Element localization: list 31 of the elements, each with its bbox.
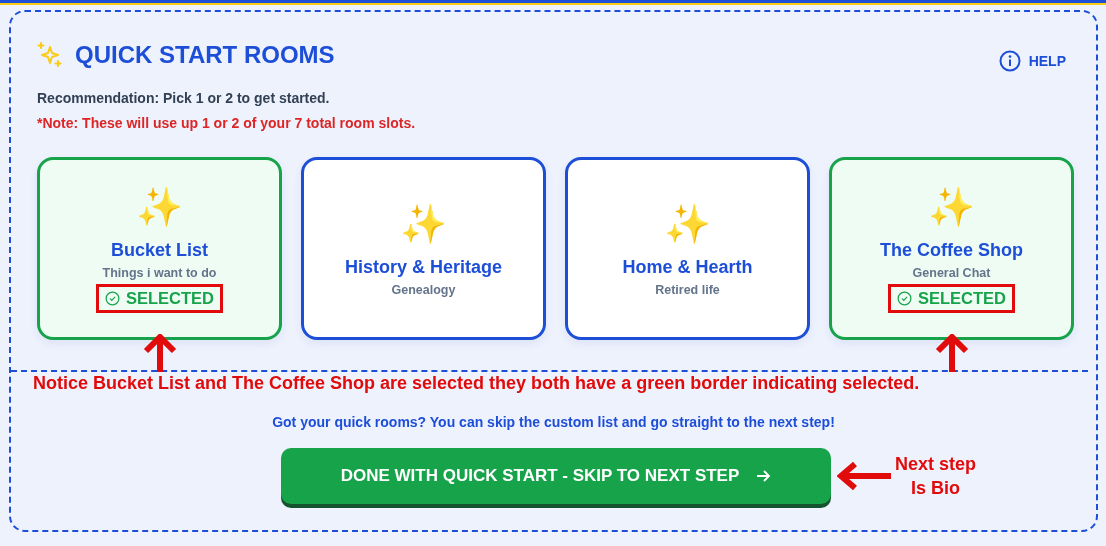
room-title: Bucket List (111, 240, 208, 261)
check-circle-icon (105, 291, 120, 306)
section-title: QUICK START ROOMS (75, 41, 335, 69)
sparkles-icon (37, 42, 63, 68)
room-card[interactable]: ✨ The Coffee Shop General Chat SELECTED (829, 157, 1074, 340)
room-title: Home & Hearth (622, 256, 753, 278)
room-subtitle: Things i want to do (102, 266, 217, 280)
skip-hint-text: Got your quick rooms? You can skip the custom list and go straight to the next step! (271, 414, 836, 430)
annotation-arrow (837, 461, 891, 491)
arrow-right-icon (755, 468, 772, 484)
selected-label: SELECTED (126, 289, 214, 308)
room-subtitle: Genealogy (391, 282, 456, 297)
room-subtitle: General Chat (912, 266, 991, 280)
sparkles-icon: ✨ (664, 200, 711, 247)
annotation-text: Notice Bucket List and The Coffee Shop are selected they both have a green border indicating selected. (33, 372, 921, 394)
note-text: *Note: These will use up 1 or 2 of your 7 total room slots. (37, 115, 417, 131)
room-card[interactable]: ✨ History & Heritage Genealogy (301, 157, 546, 340)
room-title: The Coffee Shop (880, 240, 1023, 261)
info-icon (998, 50, 1021, 72)
room-card[interactable]: ✨ Home & Hearth Retired life (565, 157, 810, 340)
room-title: History & Heritage (344, 256, 502, 278)
selected-label: SELECTED (918, 289, 1006, 308)
sparkles-icon: ✨ (928, 184, 975, 230)
sparkles-icon: ✨ (136, 184, 183, 230)
side-note-text: Next step Is Bio (895, 453, 977, 500)
room-card[interactable]: ✨ Bucket List Things i want to do SELECTED (37, 157, 282, 340)
help-button[interactable]: HELP (998, 50, 1066, 72)
sparkles-icon: ✨ (400, 200, 447, 247)
check-circle-icon (897, 291, 912, 306)
recommendation-text: Recommendation: Pick 1 or 2 to get started. (37, 90, 331, 106)
room-subtitle: Retired life (655, 282, 720, 297)
